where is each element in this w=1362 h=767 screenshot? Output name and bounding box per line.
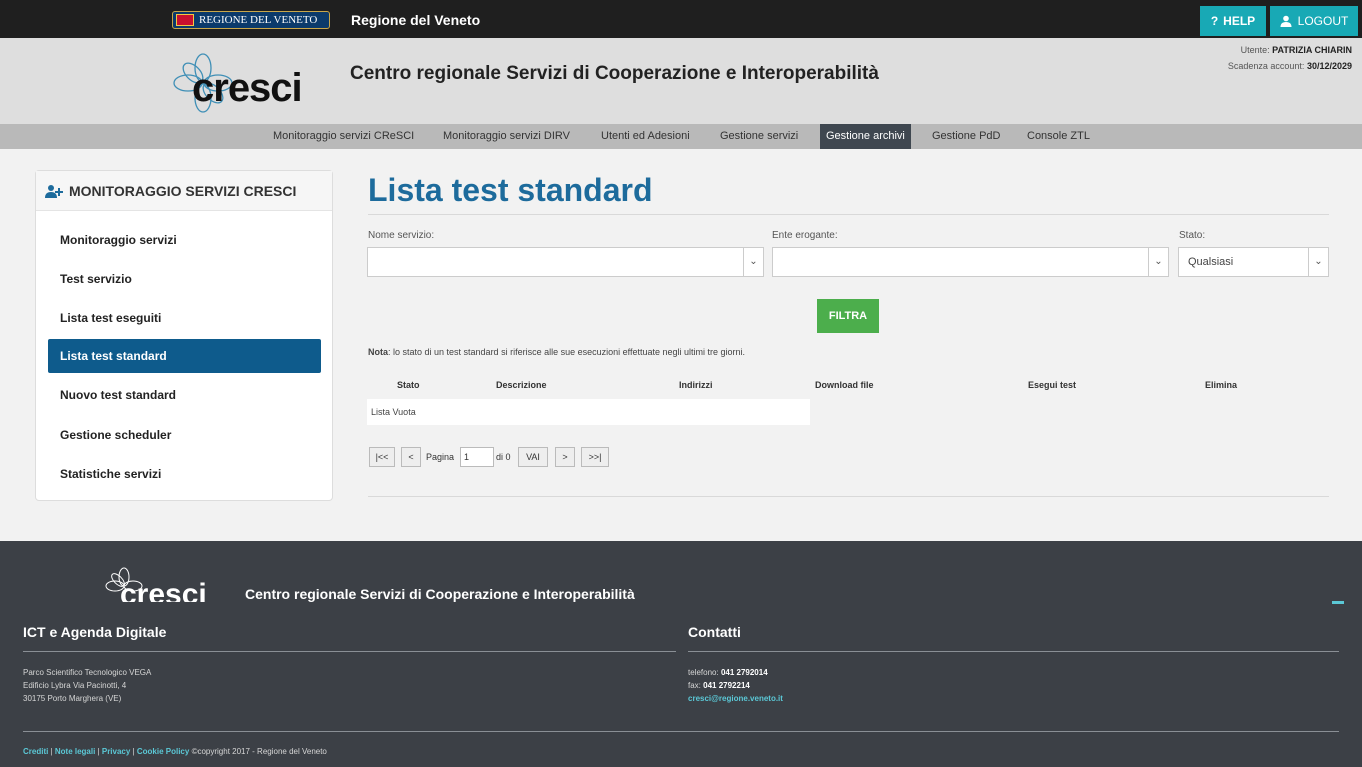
email-link[interactable]: cresci@regione.veneto.it (688, 694, 783, 703)
scroll-top-button[interactable] (1332, 601, 1344, 604)
footer-left-divider (23, 651, 676, 652)
logo-text: cresci (192, 66, 303, 110)
next-page-button[interactable]: > (555, 447, 575, 467)
user-label: Utente: (1240, 45, 1270, 55)
page-label: Pagina (426, 452, 455, 462)
address-line-1: Parco Scientifico Tecnologico VEGA (23, 668, 152, 677)
ente-erogante-select[interactable]: ⌄ (772, 247, 1169, 277)
user-icon (1280, 15, 1292, 27)
logout-button[interactable]: LOGOUT (1270, 6, 1358, 36)
prev-page-button[interactable]: < (401, 447, 421, 467)
top-bar: REGIONE DEL VENETO Regione del Veneto ? … (0, 0, 1362, 38)
user-info: Utente: PATRIZIA CHIARIN Scadenza accoun… (1228, 42, 1352, 74)
sidebar-item-statistiche-servizi[interactable]: Statistiche servizi (48, 457, 321, 491)
nota-text: Nota: lo stato di un test standard si ri… (368, 347, 745, 357)
nav-item-gestione-archivi[interactable]: Gestione archivi (820, 124, 911, 149)
address-line-2: Edificio Lybra Via Pacinotti, 4 (23, 681, 127, 690)
filtra-button[interactable]: FILTRA (817, 299, 879, 333)
crediti-link[interactable]: Crediti (23, 747, 48, 756)
chevron-down-icon: ⌄ (1148, 248, 1168, 276)
title-divider (368, 214, 1329, 215)
phone-label: telefono: (688, 668, 719, 677)
column-header-stato: Stato (397, 380, 420, 390)
nav-item-utenti-adesioni[interactable]: Utenti ed Adesioni (601, 124, 690, 149)
user-name: PATRIZIA CHIARIN (1272, 45, 1352, 55)
nome-servizio-select[interactable]: ⌄ (367, 247, 764, 277)
column-header-indirizzi: Indirizzi (679, 380, 713, 390)
ente-erogante-label: Ente erogante: (772, 230, 838, 241)
footer-logo-text: cresci (120, 578, 207, 602)
stato-select[interactable]: Qualsiasi ⌄ (1178, 247, 1329, 277)
column-header-download-file: Download file (815, 380, 874, 390)
nome-servizio-label: Nome servizio: (368, 230, 435, 241)
sidebar-title: MONITORAGGIO SERVIZI CRESCI (69, 182, 297, 199)
footer-address: Parco Scientifico Tecnologico VEGA Edifi… (23, 666, 151, 705)
question-icon: ? (1210, 14, 1219, 28)
first-page-button[interactable]: |<< (369, 447, 395, 467)
column-header-elimina: Elimina (1205, 380, 1238, 390)
fax-number: 041 2792214 (703, 681, 750, 690)
help-button[interactable]: ? HELP (1200, 6, 1266, 36)
nav-item-gestione-pdd[interactable]: Gestione PdD (932, 124, 1000, 149)
expiry-label: Scadenza account: (1227, 61, 1305, 71)
main-nav: Monitoraggio servizi CReSCI Monitoraggio… (0, 124, 1362, 149)
sidebar-item-gestione-scheduler[interactable]: Gestione scheduler (48, 418, 321, 452)
cresci-logo[interactable]: cresci (172, 52, 332, 114)
empty-list-row: Lista Vuota (367, 399, 810, 425)
nota-label: Nota (368, 347, 388, 357)
footer: cresci Centro regionale Servizi di Coope… (0, 541, 1362, 767)
users-icon (45, 184, 63, 198)
page-number-input[interactable]: 1 (460, 447, 494, 467)
expiry-date: 30/12/2029 (1306, 61, 1352, 71)
sidebar-item-monitoraggio-servizi[interactable]: Monitoraggio servizi (48, 223, 321, 257)
nota-body: : lo stato di un test standard si riferi… (388, 347, 746, 357)
footer-contacts: telefono: 041 2792014 fax: 041 2792214 c… (688, 666, 783, 705)
footer-right-heading: Contatti (688, 624, 741, 640)
bottom-divider (368, 496, 1329, 497)
footer-right-divider (688, 651, 1339, 652)
footer-title: Centro regionale Servizi di Cooperazione… (245, 586, 635, 602)
stato-value: Qualsiasi (1188, 256, 1234, 268)
help-label: HELP (1223, 14, 1256, 28)
sidebar-item-test-servizio[interactable]: Test servizio (48, 262, 321, 296)
sidebar-header: MONITORAGGIO SERVIZI CRESCI (36, 171, 332, 211)
last-page-button[interactable]: >>| (581, 447, 609, 467)
page-header-title: Centro regionale Servizi di Cooperazione… (350, 63, 879, 84)
column-header-descrizione: Descrizione (496, 380, 547, 390)
sidebar-item-nuovo-test-standard[interactable]: Nuovo test standard (48, 378, 321, 412)
logout-label: LOGOUT (1297, 14, 1349, 28)
chevron-down-icon: ⌄ (1308, 248, 1328, 276)
site-title[interactable]: Regione del Veneto (351, 12, 480, 28)
page-title: Lista test standard (368, 172, 653, 208)
cookie-policy-link[interactable]: Cookie Policy (137, 747, 189, 756)
page-count: di 0 (496, 452, 511, 462)
chevron-down-icon: ⌄ (743, 248, 763, 276)
sidebar-item-lista-test-standard[interactable]: Lista test standard (48, 339, 321, 373)
footer-logo: cresci (104, 566, 224, 602)
note-legali-link[interactable]: Note legali (55, 747, 95, 756)
nav-item-monitoraggio-dirv[interactable]: Monitoraggio servizi DIRV (443, 124, 570, 149)
footer-bottom-divider (23, 731, 1339, 732)
footer-links: Crediti | Note legali | Privacy | Cookie… (23, 747, 327, 756)
phone-number: 041 2792014 (720, 668, 768, 677)
privacy-link[interactable]: Privacy (102, 747, 130, 756)
sidebar-item-lista-test-eseguiti[interactable]: Lista test eseguiti (48, 301, 321, 335)
column-header-esegui-test: Esegui test (1028, 380, 1077, 390)
nav-item-gestione-servizi[interactable]: Gestione servizi (720, 124, 798, 149)
header: cresci Centro regionale Servizi di Coope… (0, 38, 1362, 124)
regione-veneto-logo[interactable]: REGIONE DEL VENETO (172, 11, 330, 29)
footer-left-heading: ICT e Agenda Digitale (23, 624, 167, 640)
address-line-3: 30175 Porto Marghera (VE) (23, 694, 122, 703)
copyright-text: ©copyright 2017 - Regione del Veneto (191, 747, 327, 756)
nav-item-monitoraggio-cresci[interactable]: Monitoraggio servizi CReSCI (273, 124, 414, 149)
go-button[interactable]: VAI (518, 447, 548, 467)
fax-label: fax: (688, 681, 701, 690)
crest-icon (176, 14, 194, 26)
nav-item-console-ztl[interactable]: Console ZTL (1027, 124, 1090, 149)
stato-label: Stato: (1179, 230, 1206, 241)
regione-logo-text: REGIONE DEL VENETO (199, 14, 318, 26)
sidebar: MONITORAGGIO SERVIZI CRESCI Monitoraggio… (35, 170, 333, 501)
